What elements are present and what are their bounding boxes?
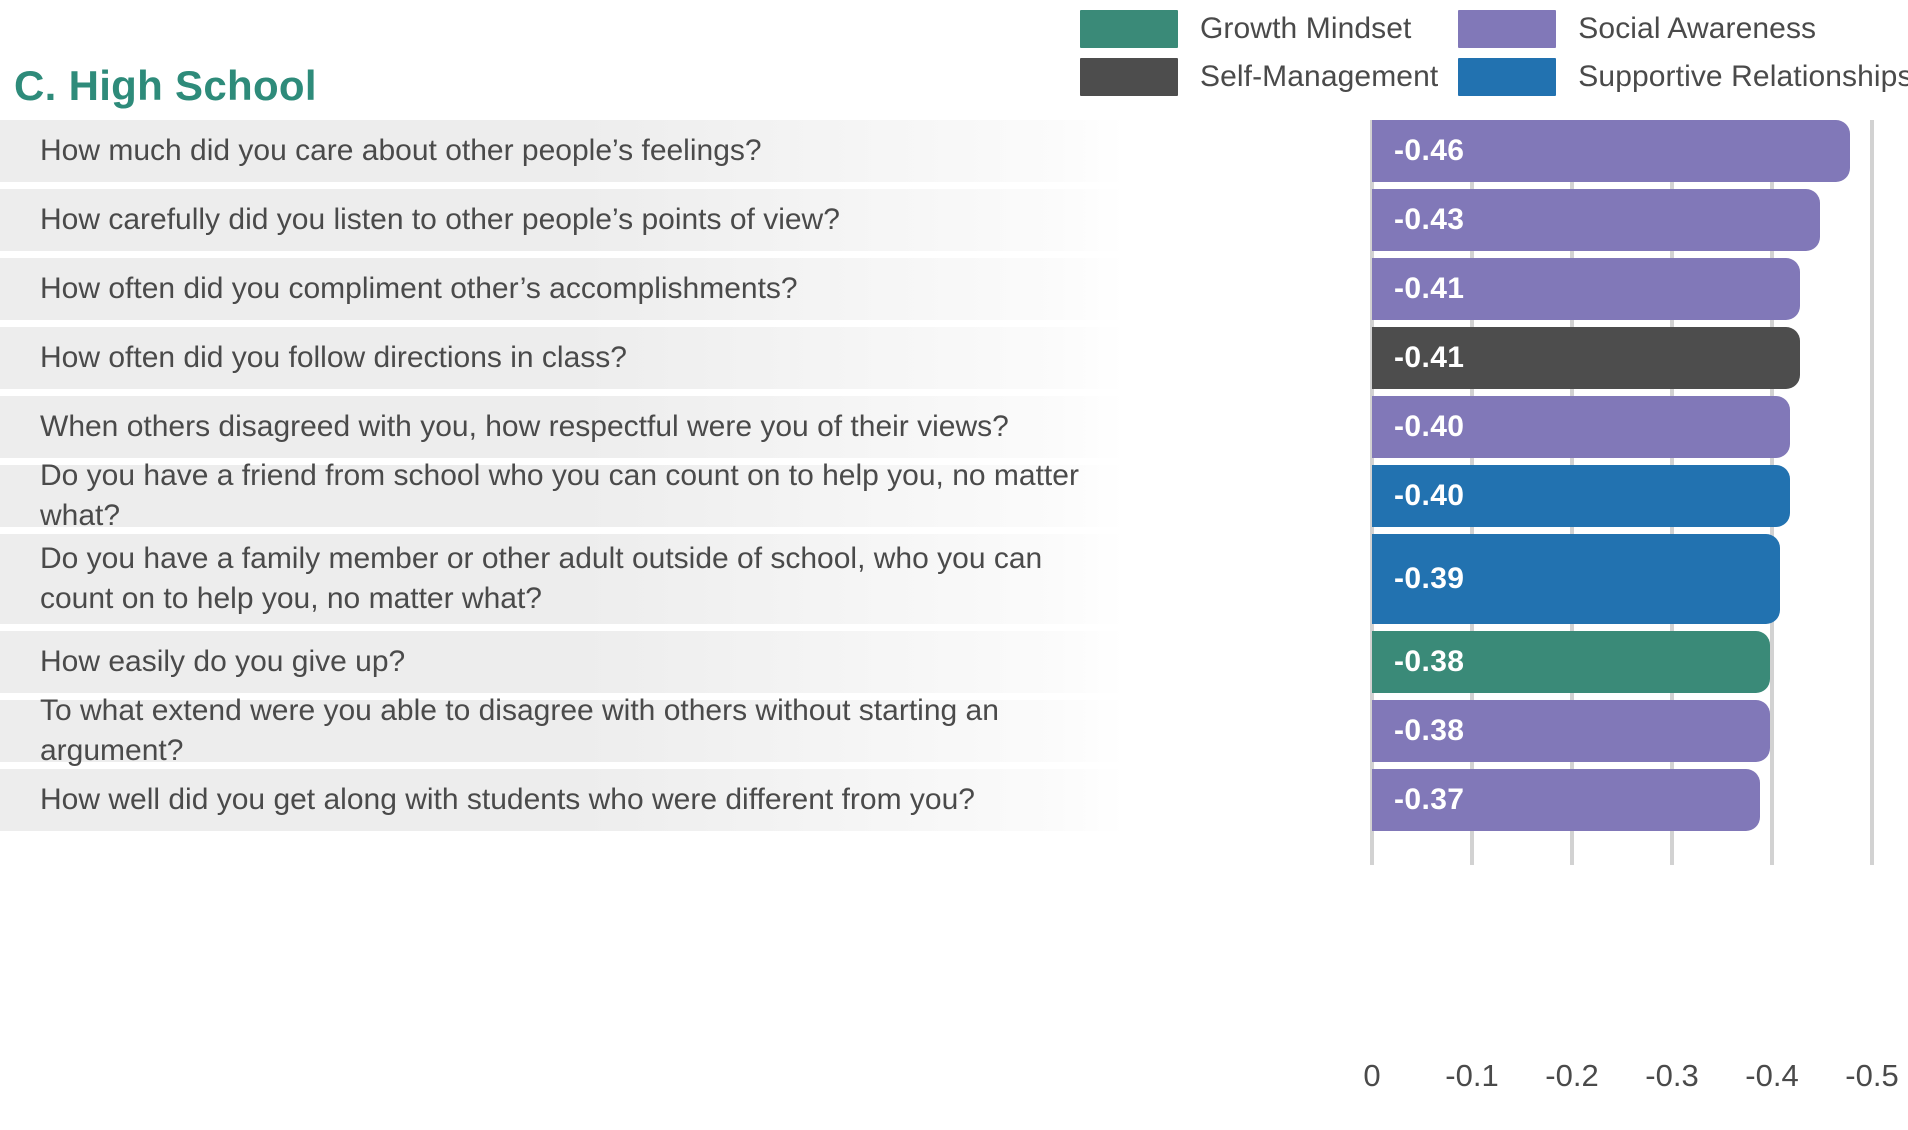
row-label: How often did you follow directions in c… [40,341,627,375]
chart-row: To what extend were you able to disagree… [0,694,1908,769]
chart-row: How often did you follow directions in c… [0,327,1908,396]
chart-legend: Growth Mindset Social Awareness Self-Man… [1080,8,1908,98]
x-axis-tick-label: 0 [1363,1058,1381,1093]
legend-item-self-management: Self-Management [1080,56,1438,98]
x-axis-tick-label: -0.5 [1845,1058,1899,1093]
row-label: How carefully did you listen to other pe… [40,203,840,237]
chart-rows: How much did you care about other people… [0,120,1908,838]
chart-row: How easily do you give up? -0.38 [0,631,1908,700]
bar[interactable]: -0.43 [1372,189,1820,251]
bar-value-label: -0.41 [1394,341,1465,374]
legend-swatch-icon [1080,10,1178,48]
bar-value-label: -0.41 [1394,272,1465,305]
bar[interactable]: -0.40 [1372,396,1790,458]
chart-row: How carefully did you listen to other pe… [0,189,1908,258]
bar[interactable]: -0.46 [1372,120,1850,182]
bar-value-label: -0.46 [1394,134,1465,167]
legend-label: Self-Management [1200,60,1439,93]
row-label: Do you have a family member or other adu… [40,542,1043,615]
legend-item-growth-mindset: Growth Mindset [1080,8,1438,50]
chart-row: When others disagreed with you, how resp… [0,396,1908,465]
row-label: To what extend were you able to disagree… [40,694,999,767]
legend-label: Supportive Relationships [1578,60,1908,93]
x-axis-tick-label: -0.3 [1645,1058,1699,1093]
bar-value-label: -0.40 [1394,410,1465,443]
row-label: How well did you get along with students… [40,783,975,817]
row-label: How easily do you give up? [40,645,406,679]
legend-label: Social Awareness [1578,12,1817,45]
bar[interactable]: -0.38 [1372,631,1770,693]
page-title: C. High School [14,62,317,109]
chart-row: Do you have a friend from school who you… [0,459,1908,534]
bar-value-label: -0.38 [1394,714,1465,747]
x-axis-tick-label: -0.4 [1745,1058,1799,1093]
x-axis-tick-label: -0.2 [1545,1058,1599,1093]
bar[interactable]: -0.37 [1372,769,1760,831]
chart-row: How well did you get along with students… [0,769,1908,838]
bar-value-label: -0.40 [1394,479,1465,512]
chart-row: How much did you care about other people… [0,120,1908,189]
legend-swatch-icon [1458,10,1557,48]
bar[interactable]: -0.41 [1372,258,1800,320]
legend-item-supportive-relationships: Supportive Relationships [1458,56,1908,98]
bar-value-label: -0.43 [1394,203,1465,236]
legend-label: Growth Mindset [1200,12,1412,45]
bar-chart: How much did you care about other people… [0,120,1908,1060]
bar-value-label: -0.39 [1394,562,1465,595]
legend-swatch-icon [1458,58,1557,96]
chart-row: How often did you compliment other’s acc… [0,258,1908,327]
row-label: When others disagreed with you, how resp… [40,410,1009,444]
row-label: How much did you care about other people… [40,134,762,168]
x-axis-tick-label: -0.1 [1445,1058,1499,1093]
bar[interactable]: -0.41 [1372,327,1800,389]
legend-item-social-awareness: Social Awareness [1458,8,1908,50]
bar[interactable]: -0.40 [1372,465,1790,527]
chart-row: Do you have a family member or other adu… [0,534,1908,631]
bar-value-label: -0.37 [1394,783,1465,816]
bar[interactable]: -0.38 [1372,700,1770,762]
legend-swatch-icon [1080,58,1178,96]
bar-value-label: -0.38 [1394,645,1465,678]
row-label: Do you have a friend from school who you… [40,459,1079,532]
bar[interactable]: -0.39 [1372,534,1780,624]
x-axis: 0 -0.1 -0.2 -0.3 -0.4 -0.5 [0,1058,1908,1118]
row-label: How often did you compliment other’s acc… [40,272,798,306]
